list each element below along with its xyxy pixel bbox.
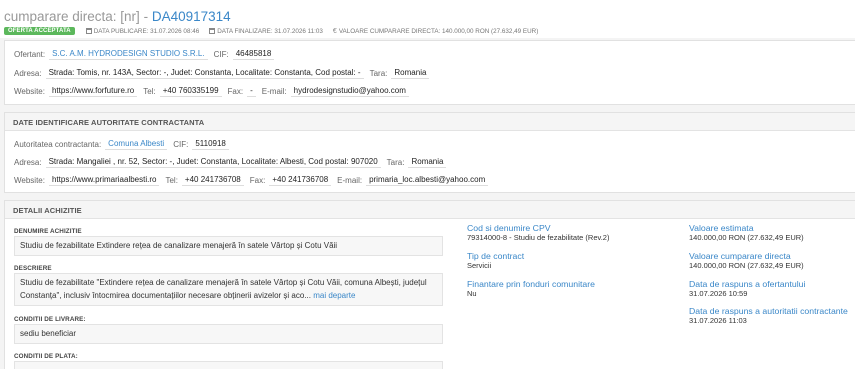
status-badge: OFERTA ACCEPTATA: [4, 27, 75, 35]
autoritate-row: Autoritatea contractanta: Comuna Albesti…: [14, 138, 235, 150]
calendar-icon: [209, 28, 216, 34]
meta-finalizare: DATA FINALIZARE: 31.07.2026 11:03: [209, 28, 323, 35]
valoare-estimata-value: 140.000,00 RON (27.632,49 EUR): [689, 233, 804, 242]
mai-departe-link[interactable]: mai departe: [313, 291, 355, 300]
adresa-label: Adresa:: [14, 68, 42, 78]
raspuns-autoritate-block: Data de raspuns a autoritatii contractan…: [689, 306, 848, 326]
tip-label: Tip de contract: [467, 251, 525, 261]
page-title: cumparare directa: [nr] - DA40917314: [4, 9, 855, 24]
ofertant-row: Ofertant: S.C. A.M. HYDRODESIGN STUDIO S…: [14, 48, 280, 60]
ofertant-link[interactable]: S.C. A.M. HYDRODESIGN STUDIO S.R.L.: [49, 48, 208, 60]
descriere-label: DESCRIERE: [14, 265, 52, 272]
detalii-heading: DETALII ACHIZITIE: [5, 201, 855, 219]
meta-valoare: € VALOARE CUMPARARE DIRECTA: 140.000,00 …: [333, 28, 538, 35]
tel-value: +40 241736708: [181, 174, 244, 186]
euro-icon: €: [332, 27, 337, 35]
tara-value: Romania: [391, 67, 430, 79]
tel-label: Tel:: [143, 86, 156, 96]
conditii-plata-value: [14, 361, 443, 369]
autoritate-link[interactable]: Comuna Albesti: [105, 138, 168, 150]
finalizare-text: DATA FINALIZARE: 31.07.2026 11:03: [217, 27, 323, 35]
autoritate-address-row: Adresa: Strada: Mangaliei , nr. 52, Sect…: [14, 156, 452, 168]
title-prefix: cumparare directa: [nr]: [4, 9, 140, 24]
cif-label: CIF:: [173, 139, 189, 149]
calendar-icon: [85, 28, 92, 34]
fonduri-label: Finantare prin fonduri comunitare: [467, 279, 595, 289]
website-label: Website:: [14, 175, 45, 185]
ofertant-panel: Ofertant: S.C. A.M. HYDRODESIGN STUDIO S…: [4, 40, 855, 105]
fax-value: -: [247, 85, 256, 97]
descriere-box: Studiu de fezabilitate "Extindere rețea …: [14, 273, 443, 306]
autoritate-contact-row: Website: https://www.primariaalbesti.ro …: [14, 174, 494, 186]
tip-value: Servicii: [467, 261, 492, 270]
ofertant-label: Ofertant:: [14, 49, 46, 59]
valoare-cumparare-value: 140.000,00 RON (27.632,49 EUR): [689, 261, 804, 270]
raspuns-ofertant-block: Data de raspuns a ofertantului 31.07.202…: [689, 279, 806, 299]
valoare-estimata-block: Valoare estimata 140.000,00 RON (27.632,…: [689, 223, 804, 243]
meta-publicare: DATA PUBLICARE: 31.07.2026 08:46: [85, 27, 200, 35]
fax-label: Fax:: [227, 86, 244, 96]
detalii-panel: DETALII ACHIZITIE DENUMIRE ACHIZITIE Stu…: [4, 200, 855, 369]
tara-value: Romania: [408, 156, 447, 168]
email-value: hydrodesignstudio@yahoo.com: [290, 85, 409, 97]
valoare-estimata-label: Valoare estimata: [689, 223, 754, 233]
autoritate-label: Autoritatea contractanta:: [14, 139, 102, 149]
cif-value: 46485818: [232, 48, 275, 60]
cif-value: 5110918: [192, 138, 229, 150]
tel-value: +40 760335199: [159, 85, 222, 97]
website-label: Website:: [14, 86, 45, 96]
tara-label: Tara:: [386, 157, 405, 167]
website-value: https://www.forfuture.ro: [48, 85, 138, 97]
cpv-value: 79314000-8 - Studiu de fezabilitate (Rev…: [467, 233, 610, 242]
tip-block: Tip de contract Servicii: [467, 251, 525, 271]
adresa-value: Strada: Tomis, nr. 143A, Sector: -, Jude…: [45, 67, 364, 79]
page-header: cumparare directa: [nr] - DA40917314 OFE…: [0, 0, 855, 38]
cif-label: CIF:: [213, 49, 229, 59]
autoritate-panel: DATE IDENTIFICARE AUTORITATE CONTRACTANT…: [4, 112, 855, 193]
ofertant-contact-row: Website: https://www.forfuture.ro Tel: +…: [14, 85, 415, 97]
conditii-livrare-label: CONDITII DE LIVRARE:: [14, 316, 86, 323]
publicare-text: DATA PUBLICARE: 31.07.2026 08:46: [93, 27, 200, 35]
website-value: https://www.primariaalbesti.ro: [48, 174, 160, 186]
raspuns-autoritate-label: Data de raspuns a autoritatii contractan…: [689, 306, 848, 316]
meta-bar: OFERTA ACCEPTATA DATA PUBLICARE: 31.07.2…: [4, 27, 855, 35]
raspuns-ofertant-value: 31.07.2026 10:59: [689, 289, 748, 298]
cpv-label: Cod si denumire CPV: [467, 223, 551, 233]
tel-label: Tel:: [165, 175, 178, 185]
descriere-text: Studiu de fezabilitate "Extindere rețea …: [20, 278, 427, 300]
adresa-value: Strada: Mangaliei , nr. 52, Sector: -, J…: [45, 156, 381, 168]
raspuns-ofertant-label: Data de raspuns a ofertantului: [689, 279, 806, 289]
adresa-label: Adresa:: [14, 157, 42, 167]
valoare-cumparare-label: Valoare cumparare directa: [689, 251, 791, 261]
conditii-plata-label: CONDITII DE PLATA:: [14, 353, 78, 360]
email-label: E-mail:: [337, 175, 363, 185]
fonduri-block: Finantare prin fonduri comunitare Nu: [467, 279, 595, 299]
tara-label: Tara:: [369, 68, 388, 78]
valoare-text: VALOARE CUMPARARE DIRECTA: 140.000,00 RO…: [338, 27, 539, 35]
fonduri-value: Nu: [467, 289, 477, 298]
raspuns-autoritate-value: 31.07.2026 11:03: [689, 316, 747, 325]
email-label: E-mail:: [261, 86, 287, 96]
denumire-value: Studiu de fezabilitate Extindere rețea d…: [14, 236, 443, 256]
cpv-block: Cod si denumire CPV 79314000-8 - Studiu …: [467, 223, 610, 243]
title-separator: -: [143, 9, 149, 24]
conditii-livrare-value: sediu beneficiar: [14, 324, 443, 344]
autoritate-heading: DATE IDENTIFICARE AUTORITATE CONTRACTANT…: [5, 113, 855, 131]
email-value: primaria_loc.albesti@yahoo.com: [366, 174, 489, 186]
fax-value: +40 241736708: [269, 174, 332, 186]
fax-label: Fax:: [249, 175, 266, 185]
denumire-label: DENUMIRE ACHIZITIE: [14, 228, 82, 235]
valoare-cumparare-block: Valoare cumparare directa 140.000,00 RON…: [689, 251, 804, 271]
title-code: DA40917314: [151, 9, 231, 24]
ofertant-address-row: Adresa: Strada: Tomis, nr. 143A, Sector:…: [14, 67, 435, 79]
